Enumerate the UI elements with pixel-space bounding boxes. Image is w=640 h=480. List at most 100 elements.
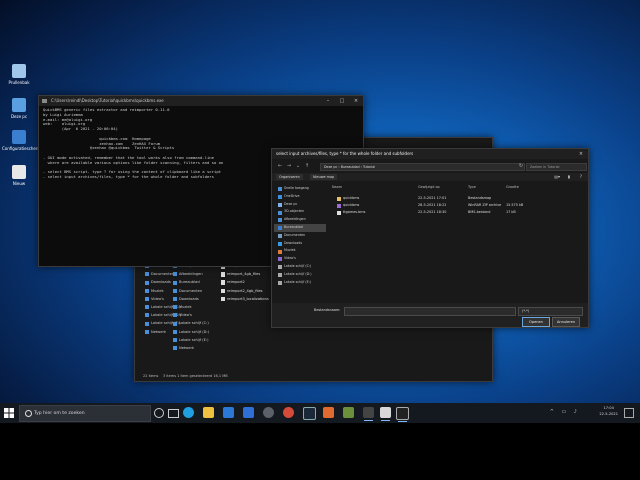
explorer-nav-item[interactable]: Netwerk bbox=[143, 328, 173, 336]
dialog-nav-item[interactable]: Lokale schijf (D:) bbox=[274, 271, 326, 279]
dialog-nav-item[interactable]: Downloads bbox=[274, 240, 326, 248]
explorer-nav-item[interactable]: Downloads bbox=[171, 295, 215, 303]
explorer-nav-item[interactable]: Video's bbox=[171, 311, 215, 319]
file-name: quickbms bbox=[343, 203, 360, 207]
recycle-bin-desktop-shortcut[interactable]: Prullenbak bbox=[2, 64, 36, 85]
dialog-nav-item[interactable]: Documenten bbox=[274, 232, 326, 240]
file-row[interactable]: ttgames.bms 22-5-2021 18:30 BMS-bestand 17 … bbox=[328, 209, 582, 216]
cortana-icon[interactable] bbox=[154, 408, 164, 418]
explorer-nav-item[interactable]: Afbeeldingen bbox=[171, 270, 215, 278]
explorer-nav-item[interactable]: Documenten bbox=[143, 270, 174, 278]
col-type[interactable]: Type bbox=[468, 185, 476, 189]
app-icon-5[interactable] bbox=[363, 407, 374, 421]
dialog-nav-item[interactable]: Muziek bbox=[274, 247, 326, 255]
col-size[interactable]: Grootte bbox=[506, 185, 519, 189]
nav-item-icon bbox=[278, 187, 282, 192]
file-explorer-icon[interactable] bbox=[203, 407, 214, 418]
explorer-file-item[interactable]: reimport2_4gb_files bbox=[219, 287, 279, 295]
app-icon-4[interactable] bbox=[343, 407, 354, 418]
new-folder-button[interactable]: Nieuwe map bbox=[310, 174, 338, 180]
file-row[interactable]: quickbms 28-5-2021 18:22 WinRAR ZIP archiv… bbox=[328, 202, 582, 209]
system-tray-icons[interactable]: ^ ▭ ♪ bbox=[550, 409, 580, 415]
explorer-nav-item[interactable]: Lokale schijf (C:) bbox=[143, 303, 181, 311]
explorer-nav-item[interactable]: Bureaublad bbox=[171, 278, 215, 286]
dialog-nav-item[interactable]: OneDrive bbox=[274, 193, 326, 201]
search-icon bbox=[25, 410, 32, 417]
help-icon[interactable]: ? bbox=[580, 174, 582, 179]
app-icon-1[interactable] bbox=[263, 407, 274, 418]
edge-icon[interactable] bbox=[183, 407, 194, 418]
folder-icon bbox=[173, 337, 177, 342]
notification-icon[interactable] bbox=[624, 408, 634, 418]
refresh-icon[interactable]: ↻ bbox=[518, 162, 524, 170]
console-taskbar-icon[interactable] bbox=[396, 407, 409, 422]
close-icon[interactable]: × bbox=[349, 96, 363, 106]
explorer-nav-item[interactable]: Lokale schijf (D:) bbox=[171, 328, 215, 336]
minimize-icon[interactable]: – bbox=[321, 96, 335, 106]
organize-button[interactable]: Organiseren bbox=[276, 174, 303, 180]
dialog-title: select input archives/files, type * for … bbox=[272, 149, 588, 159]
dialog-nav-item[interactable]: Lokale schijf (E:) bbox=[274, 279, 326, 287]
explorer-nav-item[interactable]: Downloads bbox=[143, 278, 173, 286]
explorer-file-item[interactable]: reimport3_localizations bbox=[219, 295, 279, 303]
open-file-dialog[interactable]: select input archives/files, type * for … bbox=[271, 148, 589, 328]
nav-label: Documenten bbox=[179, 288, 203, 293]
explorer-file-item[interactable]: reimport_4gb_files bbox=[219, 270, 279, 278]
dialog-nav-item[interactable]: Snelle toegang bbox=[274, 185, 326, 193]
dialog-nav-item[interactable]: Bureaublad bbox=[274, 223, 326, 232]
explorer-file-item[interactable]: reimport2 bbox=[219, 278, 279, 286]
address-bar[interactable]: Deze pc › Bureaublad › Tutorial bbox=[320, 163, 525, 171]
store-icon[interactable] bbox=[223, 407, 234, 418]
dialog-close-icon[interactable]: × bbox=[574, 149, 588, 159]
pane-icon[interactable]: ▮ bbox=[568, 174, 570, 179]
desktop-icon-label: Configuratiescherm bbox=[2, 146, 42, 151]
forward-arrow-icon[interactable]: → bbox=[285, 162, 293, 170]
explorer-nav-item[interactable]: Lokale schijf (C:) bbox=[171, 319, 215, 327]
steam-icon[interactable] bbox=[303, 407, 316, 420]
open-button[interactable]: Openen bbox=[522, 317, 550, 327]
cancel-button[interactable]: Annuleren bbox=[552, 317, 580, 327]
filename-input[interactable] bbox=[344, 307, 516, 316]
search-input[interactable]: Zoeken in Tutorial bbox=[526, 163, 587, 171]
nav-label: Snelle toegang bbox=[284, 186, 309, 190]
col-date[interactable]: Gewijzigd op bbox=[418, 185, 440, 189]
back-arrow-icon[interactable]: ← bbox=[276, 162, 284, 170]
task-view-icon[interactable] bbox=[168, 409, 179, 418]
breadcrumb-item[interactable]: Tutorial bbox=[363, 165, 375, 169]
file-row[interactable]: quickbms 22-5-2021 17:01 Bestandsmap bbox=[328, 195, 582, 202]
explorer-nav-item[interactable]: Lokale schijf (D:) bbox=[143, 311, 181, 319]
filetype-select[interactable]: (*.*) bbox=[518, 307, 583, 316]
control-panel-desktop-shortcut[interactable]: Configuratiescherm bbox=[2, 130, 42, 151]
col-name[interactable]: Naam bbox=[332, 185, 342, 189]
maximize-icon[interactable]: □ bbox=[335, 96, 349, 106]
explorer-nav-item[interactable]: Lokale schijf (E:) bbox=[143, 319, 181, 327]
dialog-nav-item[interactable]: 3D-objecten bbox=[274, 208, 326, 216]
text-file-icon bbox=[12, 165, 26, 179]
recent-chevron-icon[interactable]: ⌄ bbox=[294, 162, 302, 170]
clock[interactable]: 17:04 22-5-2021 bbox=[599, 406, 618, 417]
explorer-nav-item[interactable]: Lokale schijf (E:) bbox=[171, 336, 215, 344]
dialog-nav-item[interactable]: Deze pc bbox=[274, 201, 326, 209]
explorer-nav-item[interactable]: Video's bbox=[143, 295, 173, 303]
explorer-nav-item[interactable]: Netwerk bbox=[171, 344, 215, 352]
mail-icon[interactable] bbox=[243, 407, 254, 418]
explorer-nav-item[interactable]: Documenten bbox=[171, 287, 215, 295]
up-arrow-icon[interactable]: ↑ bbox=[303, 162, 311, 170]
dialog-nav-item[interactable]: Afbeeldingen bbox=[274, 216, 326, 224]
app-icon-3[interactable] bbox=[323, 407, 334, 418]
taskbar-search-box[interactable]: Typ hier om te zoeken bbox=[19, 405, 151, 422]
text-file-desktop-shortcut[interactable]: Nieuw bbox=[2, 165, 36, 186]
breadcrumb-item[interactable]: Bureaublad bbox=[341, 165, 360, 169]
breadcrumb-item[interactable]: Deze pc bbox=[324, 165, 337, 169]
app-icon-6[interactable] bbox=[380, 407, 391, 421]
explorer-nav-item[interactable]: Muziek bbox=[143, 287, 173, 295]
app-icon-2[interactable] bbox=[283, 407, 294, 418]
dialog-nav-item[interactable]: Video's bbox=[274, 255, 326, 263]
windows-start-icon[interactable] bbox=[4, 408, 14, 418]
dialog-nav-item[interactable]: Lokale schijf (C:) bbox=[274, 263, 326, 271]
this-pc-desktop-shortcut[interactable]: Deze pc bbox=[2, 98, 36, 119]
view-icon[interactable]: ▤▾ bbox=[554, 174, 560, 179]
explorer-nav-item[interactable]: Muziek bbox=[171, 303, 215, 311]
folder-icon bbox=[173, 280, 177, 285]
nav-label: Downloads bbox=[151, 280, 171, 285]
